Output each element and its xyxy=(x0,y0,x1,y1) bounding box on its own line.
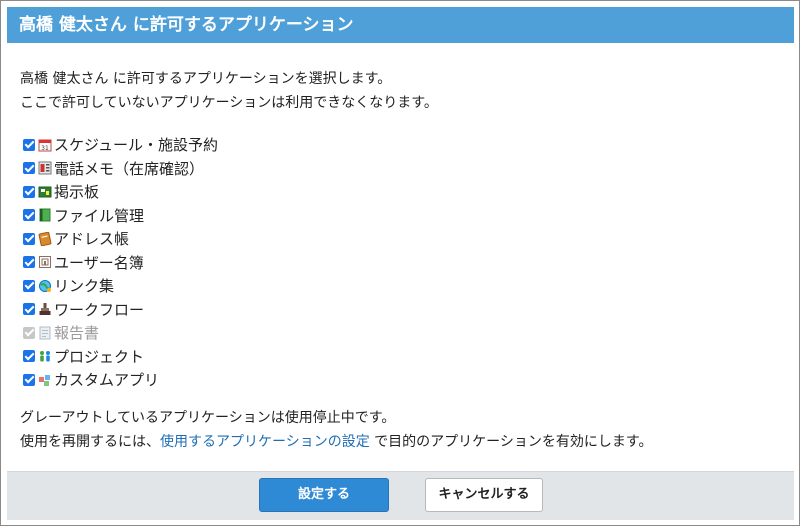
checkbox-disabled xyxy=(23,326,35,339)
checkbox[interactable] xyxy=(23,303,35,316)
app-label: ユーザー名簿 xyxy=(54,253,144,272)
checkbox[interactable] xyxy=(23,209,35,222)
description-line-2: ここで許可していないアプリケーションは利用できなくなります。 xyxy=(20,95,438,111)
app-item-report: 報告書 xyxy=(23,321,218,345)
app-label: カスタムアプリ xyxy=(54,371,160,390)
svg-text:31: 31 xyxy=(41,145,49,152)
dialog-frame: 高橋 健太さん に許可するアプリケーション 高橋 健太さん に許可するアプリケー… xyxy=(0,0,800,526)
cancel-button[interactable]: キャンセルする xyxy=(425,478,543,512)
checkbox[interactable] xyxy=(23,185,35,198)
note-line-1: グレーアウトしているアプリケーションは使用停止中です。 xyxy=(20,410,396,426)
page-title: 高橋 健太さん に許可するアプリケーション xyxy=(7,7,794,43)
app-label: 報告書 xyxy=(54,324,100,343)
checkbox[interactable] xyxy=(23,373,35,386)
app-item-link-collection[interactable]: リンク集 xyxy=(23,274,218,298)
app-label: リンク集 xyxy=(54,277,115,296)
footer-bar: 設定する キャンセルする xyxy=(7,471,794,520)
checkbox[interactable] xyxy=(23,256,35,269)
app-checkbox-list: 31 スケジュール・施設予約 電話メモ（在席確認） 掲示板 ファイル管理 アドレ… xyxy=(23,133,218,392)
app-item-project[interactable]: プロジェクト xyxy=(23,345,218,369)
description: 高橋 健太さん に許可するアプリケーションを選択します。 ここで許可していないア… xyxy=(20,67,438,115)
phone-memo-icon xyxy=(38,161,52,175)
app-label: 掲示板 xyxy=(54,183,100,202)
file-management-icon xyxy=(39,208,51,222)
app-label: プロジェクト xyxy=(54,347,145,366)
app-item-file-management[interactable]: ファイル管理 xyxy=(23,204,218,228)
app-item-phone-memo[interactable]: 電話メモ（在席確認） xyxy=(23,157,218,181)
checkbox[interactable] xyxy=(23,232,35,245)
custom-app-icon xyxy=(39,374,50,386)
app-item-user-directory[interactable]: ユーザー名簿 xyxy=(23,251,218,275)
note-line-2: 使用を再開するには、使用するアプリケーションの設定 で目的のアプリケーションを有… xyxy=(20,430,653,454)
checkbox[interactable] xyxy=(23,138,35,151)
app-label: ファイル管理 xyxy=(54,206,145,225)
app-item-bulletin-board[interactable]: 掲示板 xyxy=(23,180,218,204)
app-settings-link[interactable]: 使用するアプリケーションの設定 xyxy=(160,434,370,450)
note-suffix: で目的のアプリケーションを有効にします。 xyxy=(369,434,653,450)
user-directory-icon xyxy=(39,256,51,269)
project-people-icon xyxy=(40,351,50,362)
checkbox[interactable] xyxy=(23,162,35,175)
checkbox[interactable] xyxy=(23,279,35,292)
app-label: ワークフロー xyxy=(54,300,145,319)
app-item-custom-app[interactable]: カスタムアプリ xyxy=(23,368,218,392)
submit-button[interactable]: 設定する xyxy=(259,478,389,512)
app-item-address-book[interactable]: アドレス帳 xyxy=(23,227,218,251)
report-icon xyxy=(39,326,51,340)
address-book-icon xyxy=(38,231,52,246)
note-prefix: 使用を再開するには、 xyxy=(20,434,160,450)
bulletin-board-icon xyxy=(38,186,52,198)
app-item-schedule[interactable]: 31 スケジュール・施設予約 xyxy=(23,133,218,157)
app-label: 電話メモ（在席確認） xyxy=(54,159,205,178)
note: グレーアウトしているアプリケーションは使用停止中です。 使用を再開するには、使用… xyxy=(20,406,653,454)
workflow-stamp-icon xyxy=(39,303,51,316)
app-label: アドレス帳 xyxy=(54,230,130,249)
checkbox[interactable] xyxy=(23,350,35,363)
link-globe-icon xyxy=(39,279,51,292)
description-line-1: 高橋 健太さん に許可するアプリケーションを選択します。 xyxy=(20,71,392,87)
app-item-workflow[interactable]: ワークフロー xyxy=(23,298,218,322)
calendar-icon: 31 xyxy=(38,139,52,152)
app-label: スケジュール・施設予約 xyxy=(54,136,218,155)
